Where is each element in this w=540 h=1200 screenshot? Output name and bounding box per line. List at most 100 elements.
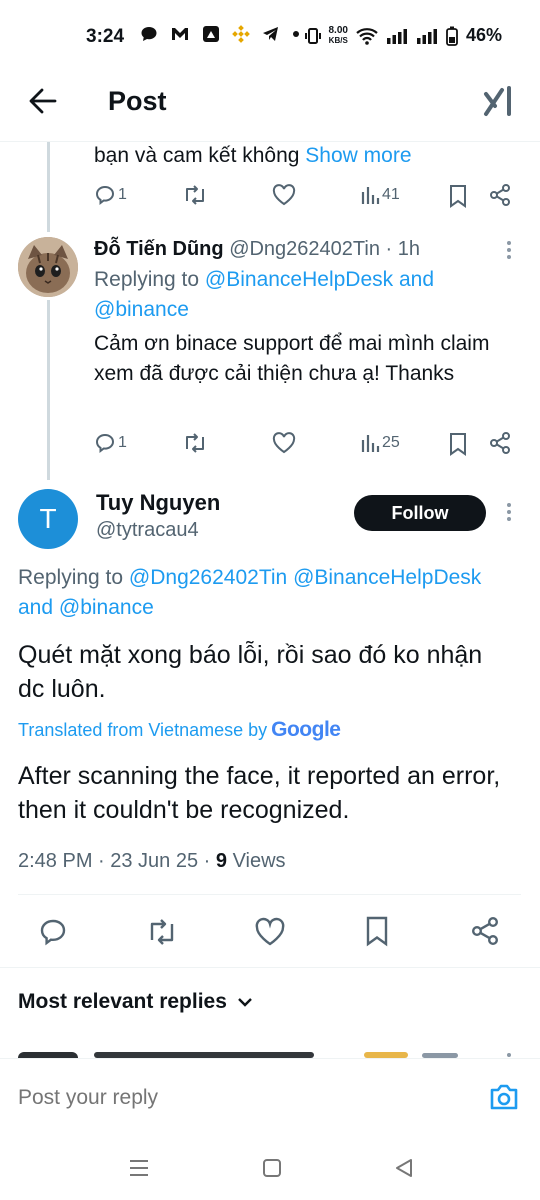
views-count: 25 [382,434,400,451]
replies-sort-dropdown[interactable]: Most relevant replies [18,990,253,1014]
replying-to-prefix: Replying to [18,566,129,589]
share-icon[interactable] [470,916,500,946]
previous-tweet-text-tail: bạn và cam kết không [94,144,306,167]
repost-icon[interactable] [182,432,208,454]
replies-sort-label: Most relevant replies [18,990,227,1013]
views-action[interactable]: 41 [360,184,400,206]
bookmark-icon[interactable] [448,432,468,456]
next-reply-kebab-partial [507,1053,511,1057]
replying-to-prefix: Replying to [94,268,205,291]
main-author-name[interactable]: Tuy Nguyen [96,490,220,516]
system-navigation-bar [0,1140,540,1200]
status-time: 3:24 [86,26,125,47]
main-author-handle[interactable]: @tytracau4 [96,519,199,542]
mention-binance[interactable]: @binance [59,596,154,619]
battery-percent: 46% [465,25,502,45]
author-handle[interactable]: @Dng262402Tin [229,238,380,260]
replying-and: and [393,268,435,291]
signal-1-icon [386,28,407,44]
reply-action[interactable]: 1 [94,184,127,206]
author-name[interactable]: Đỗ Tiến Dũng [94,238,224,260]
reply-count: 1 [118,434,127,451]
show-more-link[interactable]: Show more [305,144,411,167]
reply-action[interactable]: 1 [94,432,127,454]
mention-binancehelpdesk[interactable]: @BinanceHelpDesk [293,566,481,589]
reply-tweet-text: Cảm ơn binace support để mai mình claim … [94,332,490,385]
timestamp-text: 2:48 PM · 23 Jun 25 · [18,850,216,872]
network-speed-unit: KB/S [328,35,348,45]
network-speed: 8.00 KB/S [328,24,348,46]
wifi-icon [356,27,378,45]
avatar-letter: T [39,503,57,534]
mention-binancehelpdesk[interactable]: @BinanceHelpDesk [205,268,393,291]
like-icon[interactable] [272,184,296,206]
google-logo: Google [271,718,341,741]
avatar-tuy-nguyen[interactable]: T [18,489,78,549]
translated-text: After scanning the face, it reported an … [18,762,501,824]
mention-dng262402tin[interactable]: @Dng262402Tin [129,566,287,589]
reply-icon [95,185,115,206]
reply-icon [95,433,115,454]
telegram-icon [263,27,278,41]
views-icon [361,435,380,452]
network-speed-value: 8.00 [328,24,348,36]
like-icon[interactable] [272,432,296,454]
mention-binance[interactable]: @binance [94,298,189,321]
top-app-bar: Post [0,70,540,142]
follow-button[interactable]: Follow [354,495,486,531]
status-system-icons: 8.00 KB/S 46% [304,24,502,46]
battery-icon [446,26,458,46]
binance-icon [232,25,250,43]
views-icon [361,187,380,204]
reply-composer [0,1058,540,1140]
thread-line-bottom [47,300,50,480]
previous-tweet-text: bạn và cam kết không Show more [94,141,514,171]
bookmark-icon[interactable] [364,915,390,947]
main-replying-to: Replying to @Dng262402Tin @BinanceHelpDe… [18,563,533,623]
repost-icon[interactable] [145,917,179,947]
home-icon[interactable] [262,1158,282,1178]
back-arrow-icon[interactable] [28,86,58,116]
more-notifications-dot-icon [293,31,299,37]
reply-count: 1 [118,186,127,203]
replying-to: Replying to @BinanceHelpDesk and @binance [94,265,514,325]
views-count: 41 [382,186,400,203]
translation-attribution[interactable]: Translated from Vietnamese by Google [18,718,341,742]
views-count[interactable]: 9 [216,850,227,872]
share-icon[interactable] [488,431,512,455]
tweet-timestamp: 2:48 PM · 23 Jun 25 · 9 Views [18,850,286,873]
replying-and: and [18,596,59,619]
main-tweet-text: Quét mặt xong báo lỗi, rồi sao đó ko nhậ… [18,641,483,703]
more-options-icon[interactable] [506,241,512,259]
back-nav-icon[interactable] [394,1157,414,1179]
share-icon[interactable] [488,183,512,207]
thread-line-top [47,142,50,232]
reply-tweet-actions: 1 25 [94,430,518,458]
signal-2-icon [416,28,437,44]
more-options-icon[interactable] [506,503,512,521]
tweet-time: · 1h [385,238,420,260]
bookmark-icon[interactable] [448,184,468,208]
like-icon[interactable] [254,917,286,947]
status-bar: 3:24 8.00 KB/S 46% [0,0,540,70]
reply-icon[interactable] [38,917,68,947]
main-tweet-actions [0,895,540,967]
repost-icon[interactable] [182,184,208,206]
chat-notification-icon [141,27,157,41]
previous-tweet-actions: 1 41 [94,182,518,210]
grok-logo-icon[interactable] [482,84,516,118]
cat-avatar-icon [18,237,78,297]
reply-tweet-header: Đỗ Tiến Dũng @Dng262402Tin · 1h [94,236,494,262]
drive-icon [203,26,219,42]
avatar-do-tien-dung[interactable] [18,237,78,297]
page-title: Post [108,86,167,116]
views-action[interactable]: 25 [360,432,400,454]
vibrate-icon [304,27,321,44]
camera-icon[interactable] [488,1083,520,1111]
translated-label: Translated from Vietnamese by [18,719,268,740]
status-notification-icons [140,25,300,43]
divider [0,967,540,968]
reply-input[interactable] [18,1081,458,1115]
recent-apps-icon[interactable] [128,1158,150,1178]
chevron-down-icon [238,998,252,1007]
